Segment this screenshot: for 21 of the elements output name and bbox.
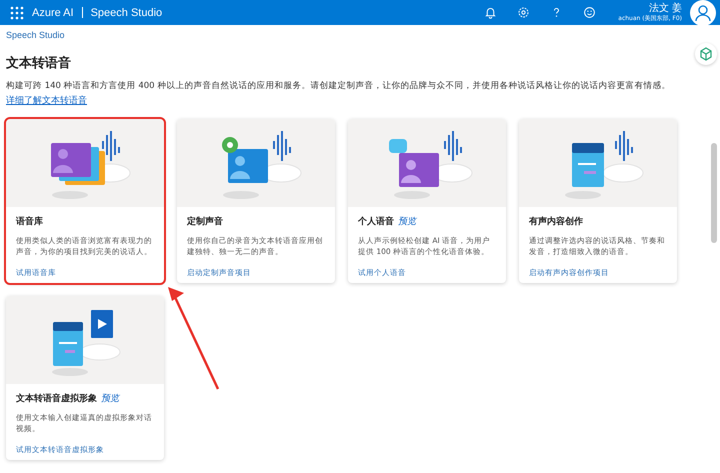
avatar-icon[interactable]	[690, 0, 716, 26]
breadcrumb-link[interactable]: Speech Studio	[6, 30, 700, 40]
card-title: 语音库	[16, 215, 43, 228]
card-title: 文本转语音虚拟形象	[16, 392, 97, 405]
preview-label: 预览	[101, 392, 119, 405]
user-name: 法文 姜	[648, 4, 682, 14]
app-launcher-icon[interactable]	[10, 6, 24, 20]
card-title: 定制声音	[187, 215, 223, 228]
page-description: 构建可跨 140 种语言和方言使用 400 种以上的声音自然说话的应用和服务。请创建定制声音，让你的品牌与众不同，并使用各种说话风格让你的说话内容更富有情感。	[6, 80, 672, 92]
card-title: 个人语音	[358, 215, 394, 228]
learn-more-link[interactable]: 详细了解文本转语音	[6, 94, 87, 107]
notification-icon[interactable]	[484, 6, 498, 19]
preview-label: 预览	[398, 216, 416, 228]
cube-icon[interactable]	[695, 43, 717, 65]
brand-name[interactable]: Azure AI	[32, 6, 74, 18]
page-title: 文本转语音	[6, 54, 72, 72]
product-name[interactable]: Speech Studio	[90, 6, 162, 18]
scrollbar[interactable]	[711, 143, 717, 243]
settings-icon[interactable]	[517, 6, 530, 19]
card-title: 有声内容创作	[529, 215, 583, 228]
smiley-icon[interactable]	[583, 6, 596, 19]
